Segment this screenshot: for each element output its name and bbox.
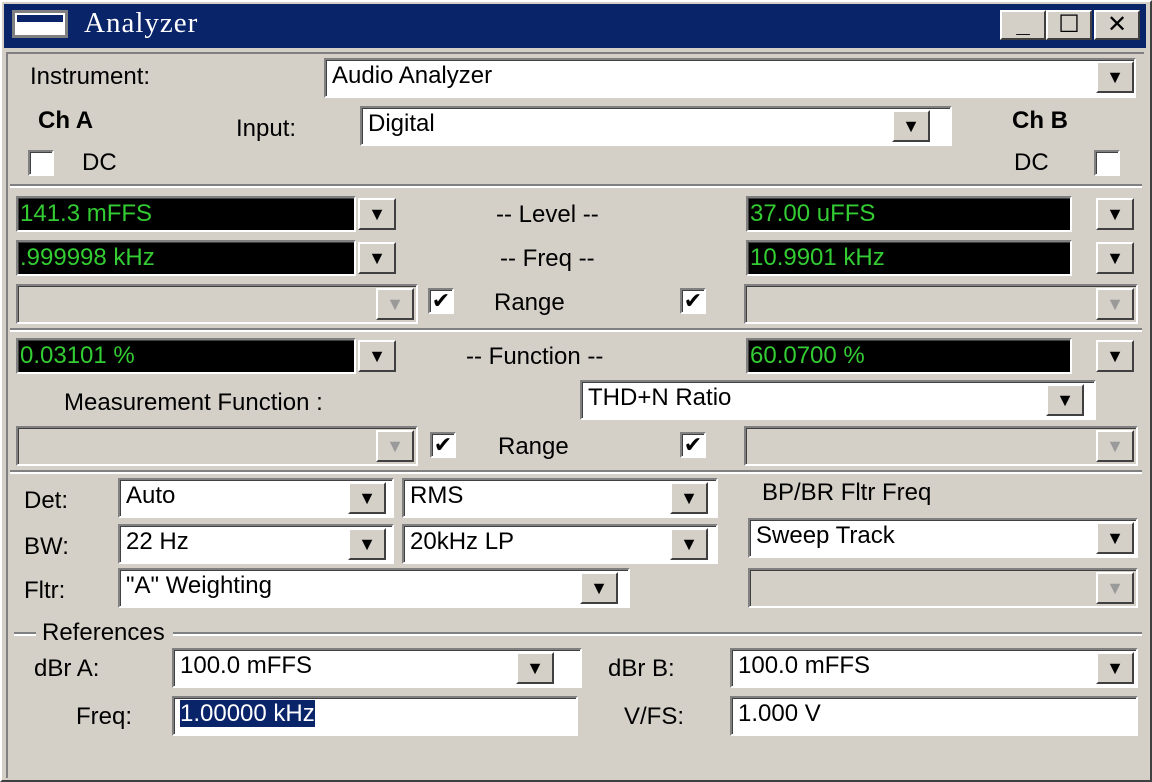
dbr-b-select[interactable]: 100.0 mFFS	[730, 648, 1138, 688]
measurement-function-dropdown-icon[interactable]: ▼	[1046, 384, 1084, 416]
dc-a-label: DC	[82, 149, 117, 176]
dbr-a-label: dBr A:	[34, 655, 100, 682]
bp-br-filter-freq-dropdown-icon[interactable]: ▼	[1096, 522, 1134, 554]
det-mode-dropdown-icon[interactable]: ▼	[670, 482, 708, 514]
fltr-label: Fltr:	[24, 577, 66, 604]
ref-freq-input[interactable]: 1.00000 kHz	[172, 696, 578, 736]
bw-filter-dropdown-icon[interactable]: ▼	[670, 528, 708, 560]
det-value: Auto	[126, 482, 176, 509]
dc-a-checkbox[interactable]	[28, 150, 54, 176]
input-label: Input:	[236, 115, 297, 142]
bw-filter-value: 20kHz LP	[410, 528, 515, 555]
range-b-checkbox[interactable]: ✔	[680, 288, 706, 314]
input-dropdown-icon[interactable]: ▼	[892, 110, 930, 142]
separator-3-highlight	[10, 472, 1142, 474]
instrument-select[interactable]: Audio Analyzer	[324, 58, 1136, 98]
level-a-readout: 141.3 mFFS	[16, 196, 356, 232]
dc-b-label: DC	[1014, 149, 1049, 176]
range2-b-dropdown-icon[interactable]: ▼	[1096, 430, 1134, 462]
level-label: -- Level --	[496, 201, 599, 228]
measurement-function-select[interactable]: THD+N Ratio	[580, 380, 1096, 420]
separator-1-highlight	[10, 186, 1142, 188]
range2-b-checkbox[interactable]: ✔	[680, 432, 706, 458]
instrument-label: Instrument:	[30, 63, 151, 90]
minimize-icon: _	[1016, 11, 1030, 38]
level-a-dropdown-icon[interactable]: ▼	[358, 198, 396, 230]
level-b-readout: 37.00 uFFS	[746, 196, 1072, 232]
panel-left-edge	[6, 52, 8, 778]
range-a-dropdown-icon[interactable]: ▼	[376, 288, 414, 320]
dbr-a-value: 100.0 mFFS	[180, 652, 313, 679]
function-a-dropdown-icon[interactable]: ▼	[358, 340, 396, 372]
instrument-dropdown-icon[interactable]: ▼	[1096, 61, 1134, 93]
fltr-select[interactable]: "A" Weighting	[118, 568, 630, 608]
bw-value: 22 Hz	[126, 528, 189, 555]
function-b-readout: 60.0700 %	[746, 338, 1072, 374]
freq-label: -- Freq --	[500, 245, 595, 272]
input-select[interactable]: Digital	[360, 106, 952, 146]
range2-a-checkbox[interactable]: ✔	[430, 432, 456, 458]
det-dropdown-icon[interactable]: ▼	[348, 482, 386, 514]
det-mode-value: RMS	[410, 482, 464, 509]
freq-b-dropdown-icon[interactable]: ▼	[1096, 242, 1134, 274]
bp-br-filter-freq-select[interactable]: Sweep Track	[748, 518, 1138, 558]
range2-label: Range	[498, 433, 569, 460]
fltr-value: "A" Weighting	[126, 572, 273, 599]
bw-label: BW:	[24, 533, 69, 560]
dbr-b-label: dBr B:	[608, 655, 675, 682]
window-icon	[12, 10, 68, 38]
function-label: -- Function --	[466, 343, 604, 370]
window-title: Analyzer	[84, 7, 199, 39]
input-value: Digital	[368, 110, 435, 137]
separator-2-highlight	[10, 330, 1142, 332]
level-b-dropdown-icon[interactable]: ▼	[1096, 198, 1134, 230]
bp-br-secondary-select[interactable]	[748, 568, 1138, 608]
ref-freq-label: Freq:	[76, 703, 133, 730]
freq-a-readout: .999998 kHz	[16, 240, 356, 276]
freq-b-readout: 10.9901 kHz	[746, 240, 1072, 276]
vfs-label: V/FS:	[624, 703, 685, 730]
measurement-function-label: Measurement Function :	[64, 389, 323, 416]
range-a-select[interactable]	[16, 284, 418, 324]
range-a-checkbox[interactable]: ✔	[428, 288, 454, 314]
instrument-value: Audio Analyzer	[332, 62, 493, 89]
function-a-readout: 0.03101 %	[16, 338, 356, 374]
ref-freq-value: 1.00000 kHz	[180, 700, 315, 727]
close-button[interactable]: ✕	[1094, 10, 1140, 40]
maximize-icon: ☐	[1058, 11, 1080, 38]
range-label: Range	[494, 289, 565, 316]
panel-top-edge	[6, 52, 1144, 54]
det-label: Det:	[24, 487, 69, 514]
vfs-value: 1.000 V	[738, 700, 821, 727]
function-b-dropdown-icon[interactable]: ▼	[1096, 340, 1134, 372]
bp-br-filter-freq-label: BP/BR Fltr Freq	[762, 479, 932, 506]
range2-a-dropdown-icon[interactable]: ▼	[376, 430, 414, 462]
dc-b-checkbox[interactable]	[1094, 150, 1120, 176]
minimize-button[interactable]: _	[1000, 10, 1046, 40]
bp-br-filter-freq-value: Sweep Track	[756, 522, 895, 549]
range2-a-select[interactable]	[16, 426, 418, 466]
range2-b-select[interactable]	[744, 426, 1138, 466]
vfs-input[interactable]: 1.000 V	[730, 696, 1138, 736]
fltr-dropdown-icon[interactable]: ▼	[580, 572, 618, 604]
range-b-select[interactable]	[744, 284, 1138, 324]
dbr-b-dropdown-icon[interactable]: ▼	[1096, 652, 1134, 684]
references-group-label: References	[36, 618, 173, 648]
maximize-button[interactable]: ☐	[1046, 10, 1092, 40]
bp-br-secondary-dropdown-icon[interactable]: ▼	[1096, 572, 1134, 604]
bw-dropdown-icon[interactable]: ▼	[348, 528, 386, 560]
channel-b-label: Ch B	[1012, 107, 1068, 134]
freq-a-dropdown-icon[interactable]: ▼	[358, 242, 396, 274]
measurement-function-value: THD+N Ratio	[588, 384, 732, 411]
range-b-dropdown-icon[interactable]: ▼	[1096, 288, 1134, 320]
dbr-b-value: 100.0 mFFS	[738, 652, 871, 679]
close-icon: ✕	[1106, 11, 1128, 38]
references-group-border-highlight	[14, 634, 1142, 636]
dbr-a-dropdown-icon[interactable]: ▼	[516, 652, 554, 684]
channel-a-label: Ch A	[38, 107, 94, 134]
